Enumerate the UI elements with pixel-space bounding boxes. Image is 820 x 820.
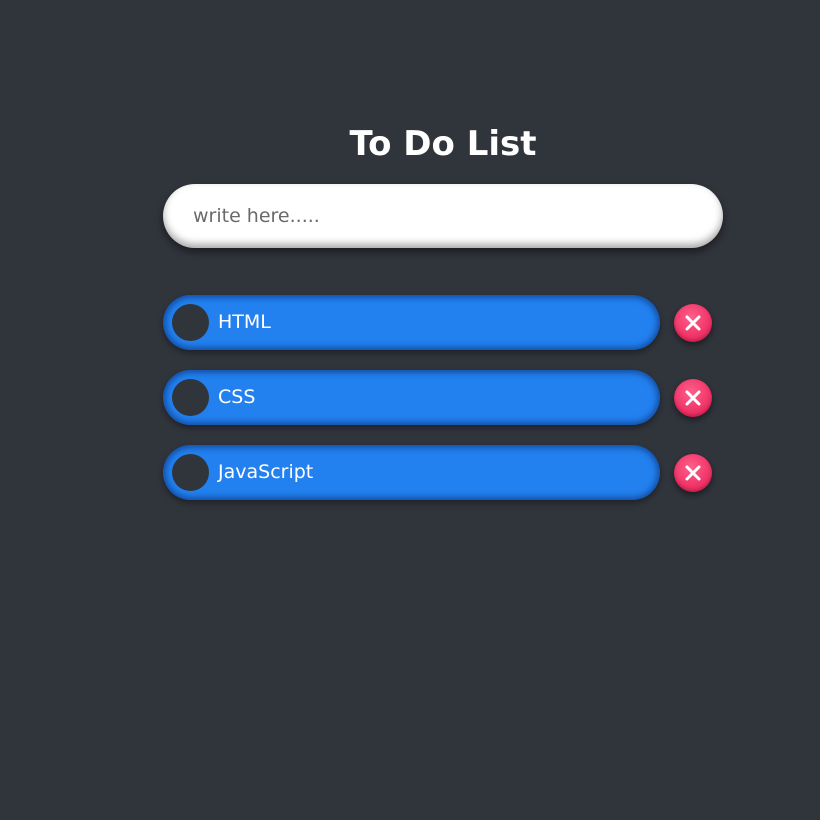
check-circle-icon[interactable]	[172, 379, 209, 416]
list-item: HTML	[163, 295, 723, 350]
close-icon	[685, 465, 701, 481]
check-circle-icon[interactable]	[172, 454, 209, 491]
delete-button[interactable]	[674, 304, 712, 342]
todo-label: JavaScript	[218, 461, 314, 483]
todo-list: HTML CSS JavaScript	[163, 295, 723, 520]
delete-button[interactable]	[674, 454, 712, 492]
todo-item[interactable]: JavaScript	[163, 445, 660, 500]
todo-label: HTML	[218, 311, 271, 333]
delete-button[interactable]	[674, 379, 712, 417]
list-item: CSS	[163, 370, 723, 425]
todo-item[interactable]: CSS	[163, 370, 660, 425]
todo-input[interactable]	[163, 184, 723, 248]
check-circle-icon[interactable]	[172, 304, 209, 341]
todo-app: To Do List HTML CSS	[0, 0, 820, 820]
close-icon	[685, 315, 701, 331]
list-item: JavaScript	[163, 445, 723, 500]
page-title: To Do List	[349, 124, 537, 164]
todo-item[interactable]: HTML	[163, 295, 660, 350]
todo-input-wrapper	[163, 184, 723, 248]
close-icon	[685, 390, 701, 406]
todo-label: CSS	[218, 386, 256, 408]
